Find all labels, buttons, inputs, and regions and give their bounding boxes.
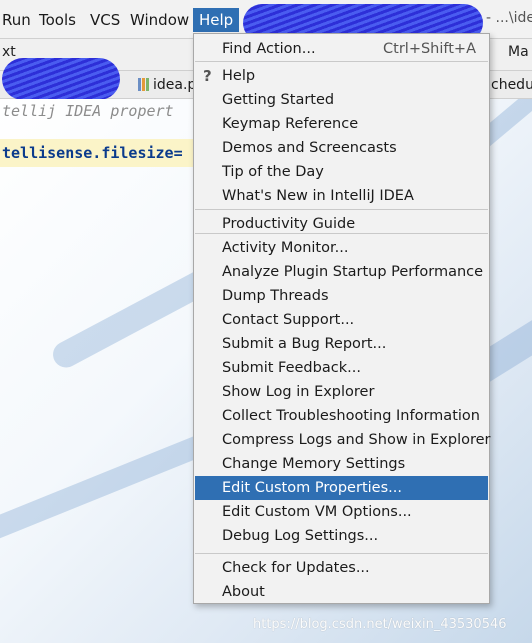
menu-item-label: Edit Custom VM Options...	[222, 504, 412, 520]
menu-item-keymap-reference[interactable]: Keymap Reference	[195, 112, 488, 136]
menu-item-demos-and-screencasts[interactable]: Demos and Screencasts	[195, 136, 488, 160]
menu-item-label: Analyze Plugin Startup Performance	[222, 264, 484, 280]
tab-schedule[interactable]: chedu	[491, 73, 532, 98]
toolbar-right-item[interactable]: Ma	[508, 44, 529, 60]
redaction-scribble	[2, 58, 120, 100]
menu-item-collect-troubleshooting-information[interactable]: Collect Troubleshooting Information	[195, 404, 488, 428]
menu-item-check-for-updates[interactable]: Check for Updates...	[195, 556, 488, 580]
menu-item-activity-monitor[interactable]: Activity Monitor...	[195, 236, 488, 260]
menu-item-about[interactable]: About	[195, 580, 488, 604]
tab-label: idea.p	[153, 77, 197, 93]
code-comment-line: tellij IDEA propert	[2, 102, 174, 120]
tab-idea-properties[interactable]: idea.p	[138, 73, 196, 98]
menu-item-analyze-plugin-startup-performance[interactable]: Analyze Plugin Startup Performance	[195, 260, 488, 284]
menu-run[interactable]: Run	[0, 8, 33, 32]
menu-item-debug-log-settings[interactable]: Debug Log Settings...	[195, 524, 488, 548]
menu-item-shortcut: Ctrl+Shift+A	[383, 41, 476, 57]
window-title-path: - ...\ide	[486, 10, 532, 26]
menu-item-label: Activity Monitor...	[222, 240, 349, 256]
menu-item-label: Submit a Bug Report...	[222, 336, 387, 352]
menu-item-label: Collect Troubleshooting Information	[222, 408, 480, 424]
menu-item-label: Contact Support...	[222, 312, 355, 328]
menu-item-compress-logs-and-show-in-explorer[interactable]: Compress Logs and Show in Explorer	[195, 428, 491, 452]
menu-item-getting-started[interactable]: Getting Started	[195, 88, 488, 112]
menu-item-label: Show Log in Explorer	[222, 384, 375, 400]
menu-item-label: Dump Threads	[222, 288, 329, 304]
menu-item-label: Help	[222, 68, 256, 84]
menu-item-dump-threads[interactable]: Dump Threads	[195, 284, 488, 308]
menu-item-label: Change Memory Settings	[222, 456, 406, 472]
menu-item-show-log-in-explorer[interactable]: Show Log in Explorer	[195, 380, 488, 404]
watermark: https://blog.csdn.net/weixin_43530546	[253, 617, 507, 632]
help-menu-dropdown: Find Action... Ctrl+Shift+A? Help Getting S…	[193, 33, 491, 604]
menu-item-label: Tip of the Day	[222, 164, 324, 180]
menu-item-label: About	[222, 584, 265, 600]
menu-item-submit-a-bug-report[interactable]: Submit a Bug Report...	[195, 332, 488, 356]
properties-file-icon	[138, 78, 149, 91]
code-property-line: tellisense.filesize=	[2, 144, 183, 162]
menu-item-edit-custom-vm-options[interactable]: Edit Custom VM Options...	[195, 500, 488, 524]
menu-item-label: Compress Logs and Show in Explorer	[222, 432, 491, 448]
menu-item-contact-support[interactable]: Contact Support...	[195, 308, 488, 332]
menu-separator	[195, 233, 488, 234]
menu-item-change-memory-settings[interactable]: Change Memory Settings	[195, 452, 488, 476]
menu-item-submit-feedback[interactable]: Submit Feedback...	[195, 356, 488, 380]
menu-tools[interactable]: Tools	[37, 8, 78, 32]
menu-item-label: Submit Feedback...	[222, 360, 361, 376]
menu-item-label: What's New in IntelliJ IDEA	[222, 188, 414, 204]
background-decoration	[0, 431, 215, 549]
menu-help[interactable]: Help	[193, 8, 240, 32]
menu-separator	[195, 61, 488, 62]
menu-item-help[interactable]: ? Help	[195, 64, 488, 88]
menu-item-edit-custom-properties[interactable]: Edit Custom Properties...	[195, 476, 488, 500]
menu-item-what-s-new-in-intellij-idea[interactable]: What's New in IntelliJ IDEA	[195, 184, 488, 208]
menu-item-label: Keymap Reference	[222, 116, 359, 132]
menu-window[interactable]: Window	[128, 8, 191, 32]
help-question-icon: ?	[203, 67, 212, 85]
menu-item-label: Getting Started	[222, 92, 335, 108]
menu-item-label: Demos and Screencasts	[222, 140, 397, 156]
menu-separator	[195, 209, 488, 210]
menu-item-find-action[interactable]: Find Action... Ctrl+Shift+A	[195, 37, 488, 61]
menu-vcs[interactable]: VCS	[88, 8, 122, 32]
breadcrumb-file[interactable]: xt	[2, 44, 16, 60]
menu-item-label: Check for Updates...	[222, 560, 370, 576]
menu-item-label: Debug Log Settings...	[222, 528, 379, 544]
menu-separator	[195, 553, 488, 554]
menu-item-label: Find Action...	[222, 41, 316, 57]
menu-item-label: Edit Custom Properties...	[222, 480, 402, 496]
menu-item-tip-of-the-day[interactable]: Tip of the Day	[195, 160, 488, 184]
